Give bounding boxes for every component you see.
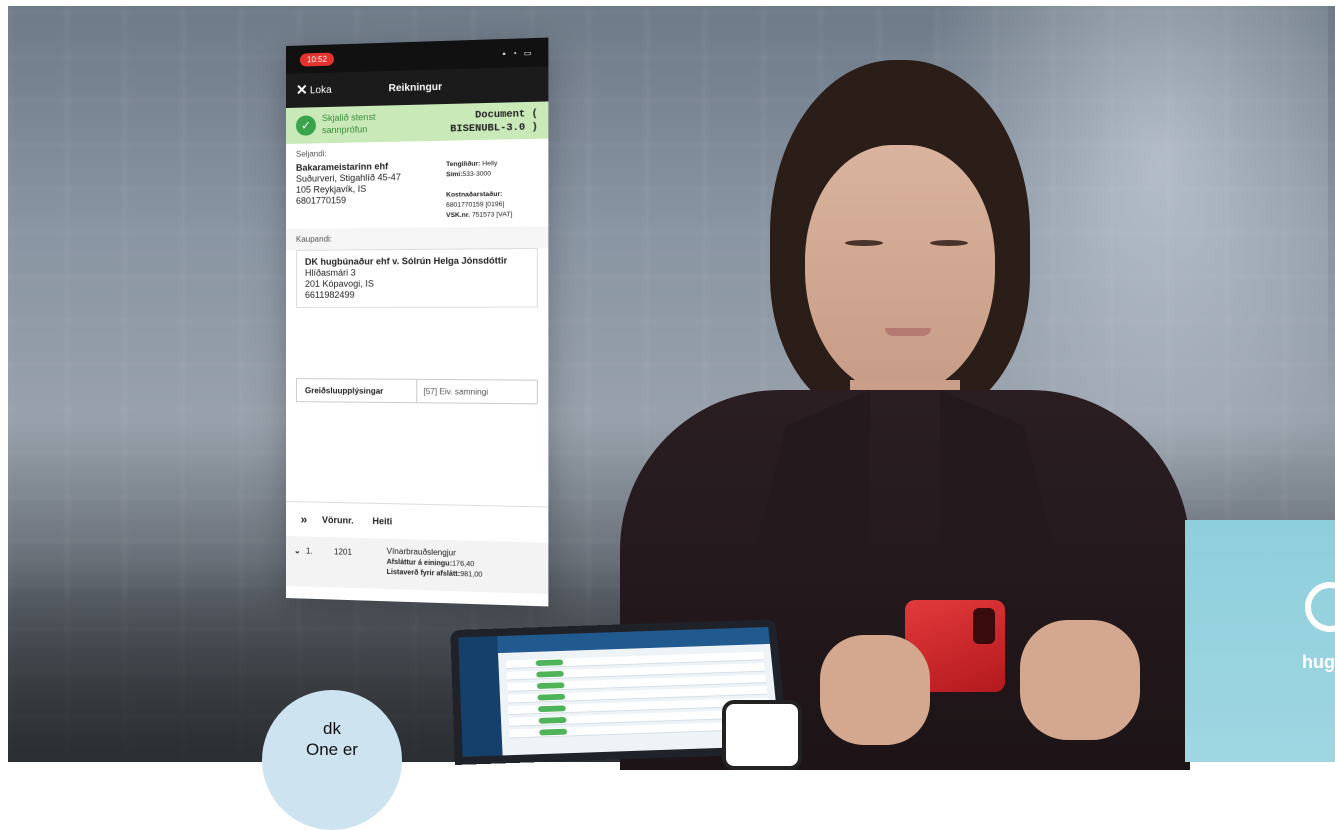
promo-badge: dk One er: [262, 690, 402, 830]
badge-line-2: One er: [262, 739, 402, 760]
list-price-value: 981,00: [460, 571, 482, 579]
line-item-name: Vínarbrauðslengjur: [387, 547, 456, 558]
payment-info: Greiðsluupplýsingar [57] Eiv. samningi: [296, 378, 538, 404]
brand-logo-icon: [1305, 582, 1335, 632]
payment-label: Greiðsluupplýsingar: [297, 379, 417, 402]
cost-center-value: 6801770159 [0196]: [446, 201, 504, 209]
seller-section: Seljandi: Bakarameistarinn ehf Suðurveri…: [286, 139, 548, 229]
invoice-line-row[interactable]: ⌄ 1. 1201 Vínarbrauðslengjur Afsláttur á…: [286, 536, 548, 594]
laptop-topbar: [497, 627, 770, 653]
right-hand: [1020, 620, 1140, 740]
cost-center-label: Kostnaðarstaður:: [446, 191, 502, 199]
buyer-name: DK hugbúnaður ehf v. Sólrún Helga Jónsdó…: [305, 255, 528, 268]
brand-logo-text: hug: [1302, 652, 1335, 673]
line-index: 1.: [306, 547, 313, 556]
nav-title: Reikningur: [286, 79, 548, 97]
buyer-label: Kaupandi:: [296, 232, 538, 243]
col-item-name: Heiti: [372, 516, 392, 527]
seller-id: 6801770159: [296, 194, 438, 207]
phone-invoice-overlay: 10:52 ▪ ◔ ▭ ✕ Loka Reikningur ✓ Skjalið …: [286, 38, 548, 607]
list-price-label: Listaverð fyrir afslátt:: [387, 569, 461, 578]
contact-value: Helly: [482, 160, 497, 167]
signal-wifi-battery-icon: ▪ ◔ ▭: [503, 48, 534, 58]
vat-label: VSK.nr.: [446, 212, 470, 219]
payment-value: [57] Eiv. samningi: [417, 386, 488, 396]
buyer-section: Kaupandi:: [286, 226, 548, 250]
small-phone-screen: [726, 704, 798, 766]
logo-panel: hug: [1185, 520, 1335, 762]
mouth: [885, 328, 931, 336]
phone-value: 533-3000: [463, 170, 492, 178]
phone-screen: 10:52 ▪ ◔ ▭ ✕ Loka Reikningur ✓ Skjalið …: [286, 38, 548, 607]
phone-label: Sími:: [446, 171, 462, 178]
contact-label: Tengiliður:: [446, 160, 480, 168]
small-phone-device: [722, 700, 802, 770]
validation-banner: ✓ Skjalið stenst sannprófun Document ( B…: [286, 101, 548, 144]
vat-value: 751573 [VAT]: [472, 211, 512, 219]
validation-text: Skjalið stenst sannprófun: [322, 110, 403, 136]
camera-module: [973, 608, 995, 644]
discount-label: Afsláttur á einingu:: [387, 559, 452, 568]
face: [805, 145, 995, 395]
document-type: Document ( BISENUBL-3.0 ): [423, 108, 537, 137]
buyer-box: DK hugbúnaður ehf v. Sólrún Helga Jónsdó…: [296, 248, 538, 308]
laptop-sidebar: [458, 636, 502, 757]
line-item-number: 1201: [334, 547, 352, 557]
seller-label: Seljandi:: [296, 145, 538, 159]
discount-value: 176,40: [452, 561, 474, 569]
buyer-address-2: 201 Kópavogi, IS: [305, 278, 528, 290]
chevron-down-icon[interactable]: ⌄: [294, 546, 301, 555]
status-time: 10:52: [300, 52, 334, 66]
col-item-number: Vörunr.: [322, 515, 372, 526]
checkmark-icon: ✓: [296, 115, 316, 136]
collapse-all-icon[interactable]: »: [286, 512, 322, 527]
buyer-id: 6611982499: [305, 289, 528, 301]
left-eye: [845, 240, 883, 246]
right-eye: [930, 240, 968, 246]
badge-line-1: dk: [262, 718, 402, 739]
left-hand: [820, 635, 930, 745]
